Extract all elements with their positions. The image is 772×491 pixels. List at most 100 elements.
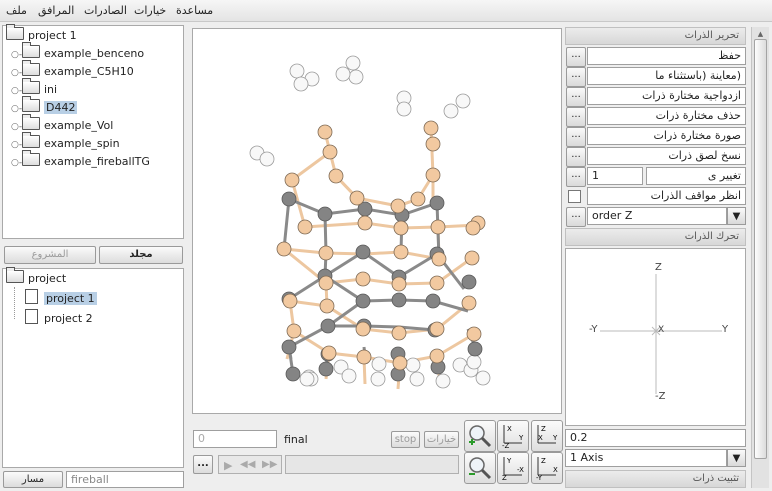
folder-icon [22,78,40,94]
animation-progress[interactable] [285,455,459,474]
tree-item-example-fireballtg[interactable]: ○- example_fireballTG [11,150,150,172]
molecule-viewer[interactable] [192,28,562,414]
svg-text:Z: Z [541,425,546,433]
right-panel-scrollbar[interactable]: ▲ [751,27,769,488]
view-positions-checkbox[interactable] [568,190,581,203]
order-ellipsis-button[interactable]: ... [566,207,586,227]
path-field[interactable]: fireball [66,471,184,488]
image-atoms-field[interactable]: صورة مختارة ذرات [587,127,746,145]
preview-ellipsis-button[interactable]: ... [566,67,586,87]
molecule-structure[interactable] [193,29,561,413]
frame-field[interactable]: 0 [193,430,277,448]
rewind-icon[interactable]: ◀◀ [240,459,255,470]
axis-label-neg-z: -Z [655,391,666,402]
chevron-down-icon[interactable]: ▼ [727,207,746,225]
axis-label-x: X [658,325,665,335]
more-button[interactable]: ... [193,455,213,474]
expand-icon[interactable]: ○- [11,154,22,172]
play-icon[interactable]: ▶ [224,459,232,472]
animation-status: final [284,433,308,446]
project-list-root-label: project [28,272,67,285]
project-list-root[interactable]: project [6,267,67,288]
save-field[interactable]: حفظ [587,47,746,65]
chevron-down-icon[interactable]: ▼ [727,449,746,467]
scroll-up-icon[interactable]: ▲ [754,31,767,38]
fix-atoms-header[interactable]: تثبيت ذرات [565,470,746,488]
expand-icon[interactable]: ○- [11,136,22,154]
folder-icon [22,42,40,58]
image-ellipsis-button[interactable]: ... [566,127,586,147]
stop-button[interactable]: stop [391,431,420,448]
menu-utilities[interactable]: المرافق [38,4,74,17]
expand-icon[interactable]: ○- [11,118,22,136]
tree-item-d442[interactable]: ○- D442 [11,96,78,118]
playback-controls: ▶ ◀◀ ▶▶ [218,455,282,474]
move-step-field[interactable]: 0.2 [565,429,746,447]
pair-atoms-field[interactable]: ازدواجية مختارة ذرات [587,87,746,105]
project-list-item-label: project 1 [44,292,97,305]
options-button[interactable]: خيارات [424,431,459,448]
axis-select[interactable]: 1 Axis [565,449,727,467]
axis-widget[interactable]: Z -Z -Y Y X [565,248,746,426]
zoom-in-button[interactable] [464,420,496,452]
change-ellipsis-button[interactable]: ... [566,167,586,187]
tree-item-label: example_spin [44,137,120,150]
order-select[interactable]: order Z [587,207,727,225]
folder-icon [22,96,40,112]
pair-ellipsis-button[interactable]: ... [566,87,586,107]
folder-icon [22,132,40,148]
menu-help[interactable]: مساعدة [176,4,213,17]
scrollbar-thumb[interactable] [754,39,767,459]
tree-item-label: example_benceno [44,47,145,60]
document-icon [25,309,38,324]
project-list-item-2[interactable]: project 2 [25,309,93,327]
svg-text:Y: Y [552,434,558,442]
preview-field[interactable]: (معاينة (باستثناء ما [587,67,746,85]
axis-label-neg-y: -Y [589,324,598,335]
menu-file[interactable]: ملف [6,4,27,17]
svg-text:Z: Z [502,474,507,481]
tree-item-ini[interactable]: ○- ini [11,78,57,100]
copy-ellipsis-button[interactable]: ... [566,147,586,167]
folder-icon [6,24,24,40]
tab-project[interactable]: المشروع [4,246,96,264]
svg-text:X: X [507,425,512,433]
project-tree-panel: project 1 ○- example_benceno ○- example_C5… [2,24,184,239]
move-atoms-header[interactable]: تحرك الذرات [565,228,746,246]
expand-icon[interactable]: ○- [11,82,22,100]
change-value-field[interactable]: 1 [587,167,643,185]
fast-forward-icon[interactable]: ▶▶ [262,459,277,470]
tree-item-label: example_fireballTG [44,155,150,168]
expand-icon[interactable]: ○- [11,64,22,82]
zoom-in-icon [469,425,492,448]
expand-icon[interactable]: ○- [11,100,22,118]
project-list-item-1[interactable]: project 1 [25,289,97,307]
edit-atoms-header[interactable]: تحرير الذرات [565,27,746,45]
axis-label-y: Y [722,324,729,335]
folder-icon [22,60,40,76]
view-yz-button[interactable]: Y Z -X [497,452,529,484]
copy-paste-field[interactable]: نسخ لصق ذرات [587,147,746,165]
svg-text:Y: Y [506,457,512,465]
tree-connector [14,287,15,319]
save-ellipsis-button[interactable]: ... [566,47,586,67]
view-zy-button[interactable]: X -Z Y [497,420,529,452]
delete-ellipsis-button[interactable]: ... [566,107,586,127]
delete-atoms-field[interactable]: حذف مختارة ذرات [587,107,746,125]
svg-text:Y: Y [518,434,524,442]
view-xz-icon: Z -Y X [536,457,558,482]
svg-text:-X: -X [517,466,524,474]
menu-exports[interactable]: الصادرات [84,4,127,17]
menu-options[interactable]: خيارات [134,4,166,17]
tab-folder[interactable]: مجلد [99,246,183,264]
project-list-panel: project project 1 project 2 [2,267,184,468]
view-positions-label: انظر مواقف الذرات [587,187,746,205]
svg-text:-Z: -Z [502,442,510,449]
tree-item-label: example_C5H10 [44,65,134,78]
view-xz-button[interactable]: Z -Y X [531,452,563,484]
expand-icon[interactable]: ○- [11,46,22,64]
tree-root[interactable]: project 1 [6,24,77,45]
zoom-out-button[interactable] [464,452,496,484]
path-button[interactable]: مسار [3,471,63,488]
view-xy-button[interactable]: ZX Y [531,420,563,452]
